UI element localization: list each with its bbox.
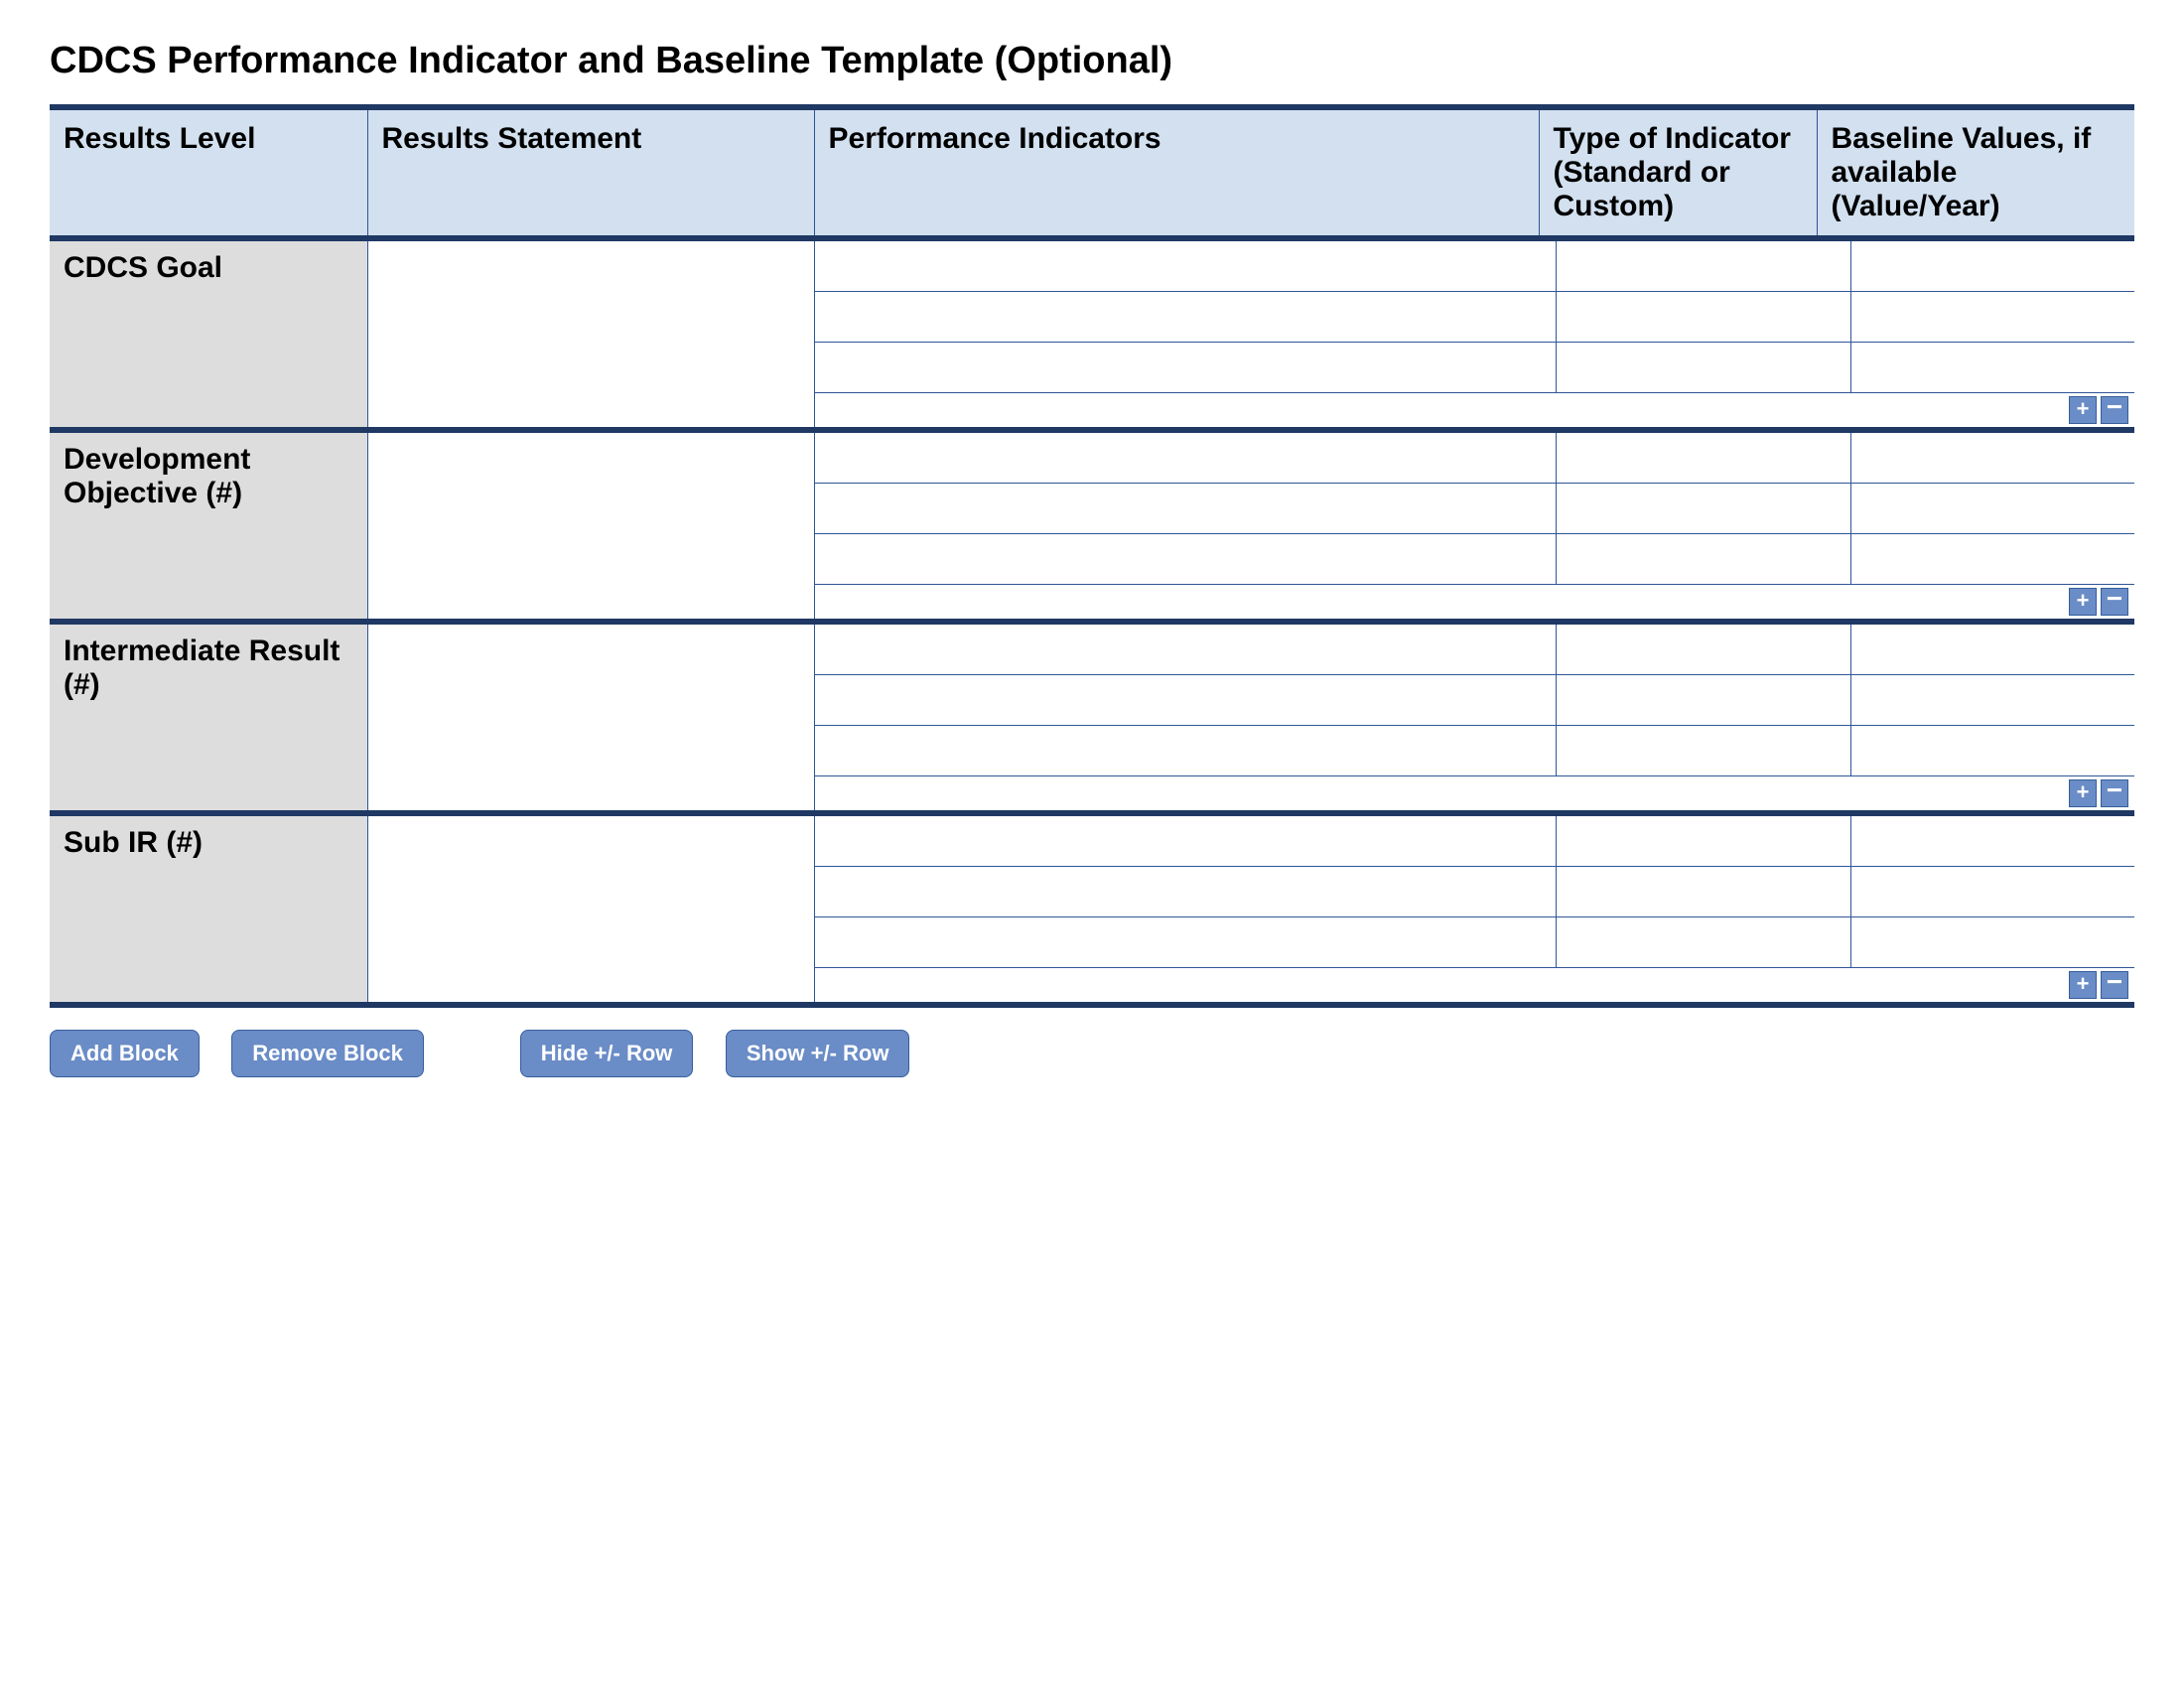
type-cell[interactable]	[1556, 726, 1850, 776]
indicator-cell[interactable]	[815, 675, 1557, 726]
section-label: Development Objective (#)	[50, 433, 367, 619]
results-statement-cell[interactable]	[367, 625, 814, 810]
remove-block-button[interactable]: Remove Block	[231, 1030, 424, 1077]
type-cell[interactable]	[1556, 534, 1850, 585]
indicator-cell[interactable]	[815, 484, 1557, 534]
divider	[50, 1002, 2134, 1008]
header-results-statement: Results Statement	[367, 110, 814, 235]
indicator-cell[interactable]	[815, 625, 1557, 675]
section-label: Intermediate Result (#)	[50, 625, 367, 810]
add-row-button[interactable]: +	[2069, 588, 2097, 616]
type-cell[interactable]	[1556, 484, 1850, 534]
baseline-cell[interactable]	[1850, 343, 2134, 393]
indicator-cell[interactable]	[815, 867, 1557, 917]
section-label: Sub IR (#)	[50, 816, 367, 1002]
show-row-button[interactable]: Show +/- Row	[726, 1030, 910, 1077]
indicator-cell[interactable]	[815, 433, 1557, 484]
indicator-cell[interactable]	[815, 292, 1557, 343]
add-row-button[interactable]: +	[2069, 396, 2097, 424]
page: CDCS Performance Indicator and Baseline …	[0, 0, 2184, 1688]
indicator-block	[814, 241, 2134, 393]
header-type-of-indicator: Type of Indicator (Standard or Custom)	[1539, 110, 1817, 235]
section-row: CDCS Goal	[50, 241, 2134, 393]
type-cell[interactable]	[1556, 867, 1850, 917]
indicator-block	[814, 625, 2134, 776]
baseline-cell[interactable]	[1850, 625, 2134, 675]
type-cell[interactable]	[1556, 917, 1850, 968]
baseline-cell[interactable]	[1850, 241, 2134, 292]
results-statement-cell[interactable]	[367, 241, 814, 427]
indicator-cell[interactable]	[815, 726, 1557, 776]
remove-row-button[interactable]: −	[2101, 396, 2128, 424]
type-cell[interactable]	[1556, 433, 1850, 484]
baseline-cell[interactable]	[1850, 534, 2134, 585]
indicator-block	[814, 816, 2134, 968]
section-row: Intermediate Result (#)	[50, 625, 2134, 776]
remove-row-button[interactable]: −	[2101, 971, 2128, 999]
section-row: Development Objective (#)	[50, 433, 2134, 585]
indicator-cell[interactable]	[815, 816, 1557, 867]
results-statement-cell[interactable]	[367, 433, 814, 619]
page-title: CDCS Performance Indicator and Baseline …	[50, 40, 2134, 82]
indicator-cell[interactable]	[815, 917, 1557, 968]
type-cell[interactable]	[1556, 625, 1850, 675]
baseline-cell[interactable]	[1850, 917, 2134, 968]
baseline-cell[interactable]	[1850, 433, 2134, 484]
header-baseline-values: Baseline Values, if available (Value/Yea…	[1817, 110, 2134, 235]
action-bar: Add Block Remove Block Hide +/- Row Show…	[50, 1030, 2134, 1077]
indicator-block	[814, 433, 2134, 585]
type-cell[interactable]	[1556, 675, 1850, 726]
section-label: CDCS Goal	[50, 241, 367, 427]
type-cell[interactable]	[1556, 241, 1850, 292]
add-row-button[interactable]: +	[2069, 779, 2097, 807]
type-cell[interactable]	[1556, 292, 1850, 343]
baseline-cell[interactable]	[1850, 726, 2134, 776]
header-results-level: Results Level	[50, 110, 367, 235]
add-block-button[interactable]: Add Block	[50, 1030, 200, 1077]
hide-row-button[interactable]: Hide +/- Row	[520, 1030, 694, 1077]
indicator-cell[interactable]	[815, 534, 1557, 585]
header-performance-indicators: Performance Indicators	[814, 110, 1539, 235]
baseline-cell[interactable]	[1850, 484, 2134, 534]
baseline-cell[interactable]	[1850, 675, 2134, 726]
cdcs-table: Results Level Results Statement Performa…	[50, 104, 2134, 1008]
type-cell[interactable]	[1556, 816, 1850, 867]
remove-row-button[interactable]: −	[2101, 779, 2128, 807]
indicator-cell[interactable]	[815, 241, 1557, 292]
baseline-cell[interactable]	[1850, 816, 2134, 867]
baseline-cell[interactable]	[1850, 292, 2134, 343]
header-row: Results Level Results Statement Performa…	[50, 110, 2134, 235]
indicator-cell[interactable]	[815, 343, 1557, 393]
remove-row-button[interactable]: −	[2101, 588, 2128, 616]
add-row-button[interactable]: +	[2069, 971, 2097, 999]
results-statement-cell[interactable]	[367, 816, 814, 1002]
type-cell[interactable]	[1556, 343, 1850, 393]
section-row: Sub IR (#)	[50, 816, 2134, 968]
baseline-cell[interactable]	[1850, 867, 2134, 917]
